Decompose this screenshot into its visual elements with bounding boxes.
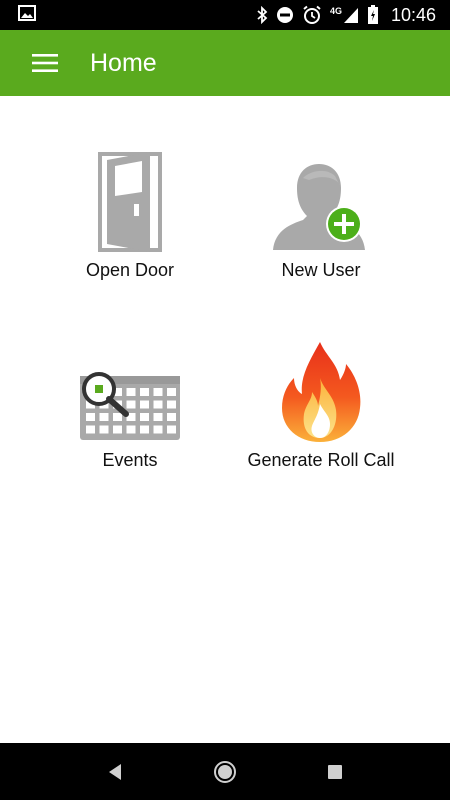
navigation-bar (0, 743, 450, 800)
bluetooth-icon (256, 6, 268, 24)
generate-roll-call-tile[interactable]: Generate Roll Call (221, 334, 421, 471)
new-user-tile[interactable]: New User (221, 144, 421, 281)
do-not-disturb-icon (276, 6, 294, 24)
network-type: 4G (329, 6, 342, 16)
image-icon (18, 4, 36, 26)
signal-icon: 4G (330, 6, 359, 24)
calendar-search-icon (80, 372, 180, 440)
events-label: Events (102, 450, 158, 470)
status-right: 4G 10:46 (256, 5, 436, 26)
generate-roll-call-label: Generate Roll Call (247, 450, 395, 470)
home-button[interactable] (195, 748, 255, 796)
open-door-tile[interactable]: Open Door (30, 144, 230, 281)
new-user-label: New User (281, 260, 361, 280)
recents-icon (328, 764, 342, 779)
open-door-label: Open Door (85, 260, 175, 280)
alarm-icon (302, 5, 322, 25)
status-bar: 4G 10:46 (0, 0, 450, 30)
recents-button[interactable] (305, 748, 365, 796)
battery-icon (367, 5, 379, 25)
menu-button[interactable] (22, 40, 68, 86)
page-title: Home (90, 48, 157, 77)
home-icon (214, 760, 236, 783)
back-icon (109, 763, 121, 780)
events-tile[interactable]: Events (30, 334, 230, 471)
back-button[interactable] (85, 748, 145, 796)
add-user-icon (273, 164, 365, 250)
menu-icon (32, 54, 58, 72)
status-time: 10:46 (390, 4, 436, 25)
app-bar: Home (0, 30, 450, 96)
status-left (18, 4, 36, 26)
door-icon (98, 152, 162, 252)
fire-icon (282, 342, 361, 442)
